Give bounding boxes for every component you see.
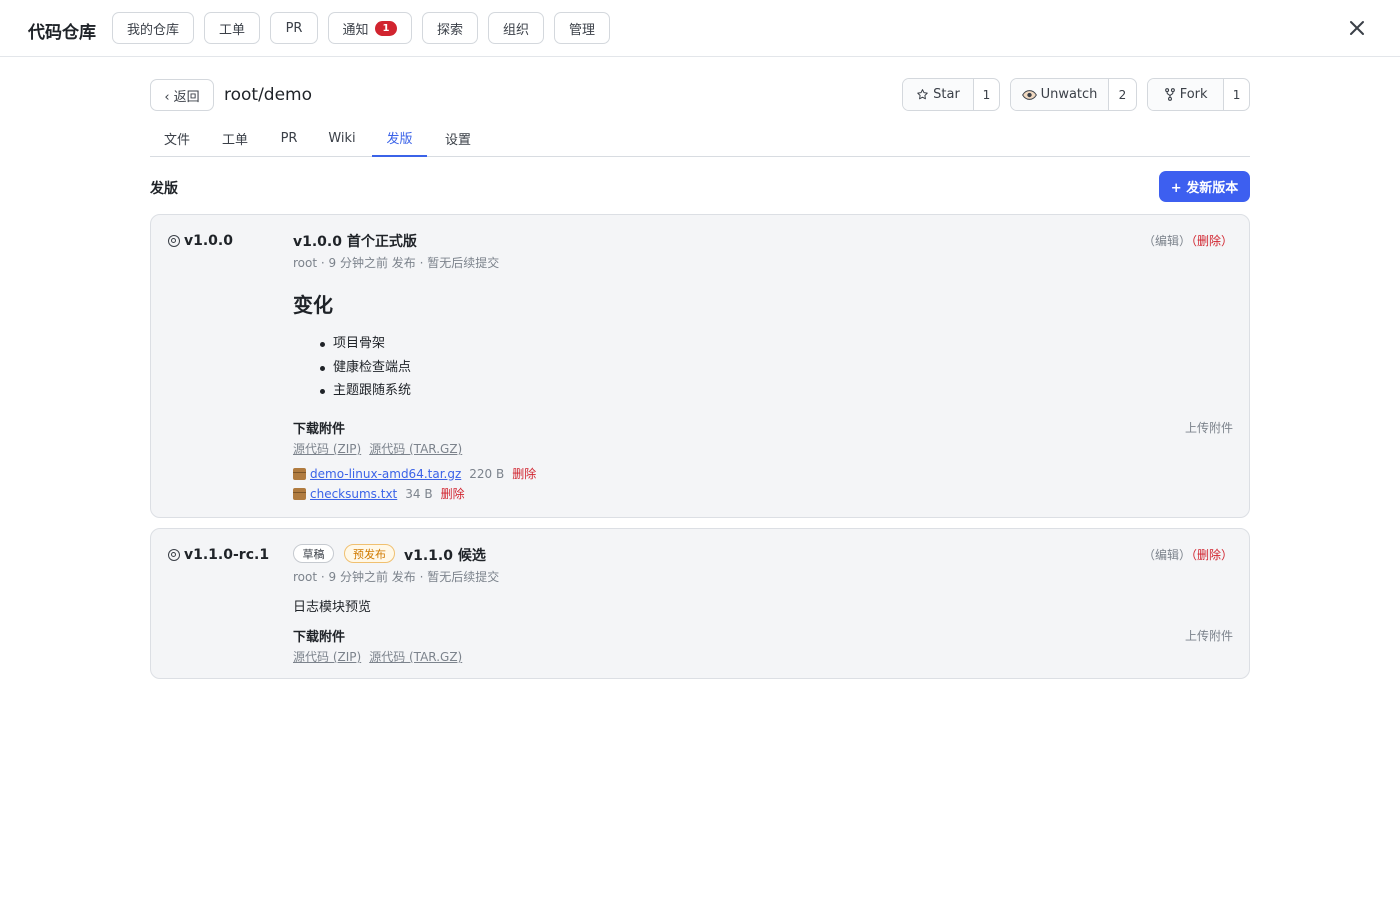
tab-releases[interactable]: 发版 [372, 120, 427, 157]
tab-files[interactable]: 文件 [150, 120, 204, 157]
release-notes-body: 日志模块预览 [293, 600, 372, 615]
fork-label: Fork [1179, 87, 1208, 102]
watch-label: Unwatch [1040, 87, 1098, 102]
package-icon [293, 487, 306, 500]
brand-title[interactable]: 代码仓库 [28, 18, 96, 43]
unwatch-button[interactable]: Unwatch [1011, 79, 1109, 110]
fork-icon [1164, 88, 1175, 101]
section-title: 发版 [150, 181, 178, 197]
list-item: 健康检查端点 [293, 358, 411, 382]
star-label: Star [933, 87, 960, 102]
source-links: 源代码 (ZIP) 源代码 (TAR.GZ) [293, 440, 462, 457]
nav-issues[interactable]: 工单 [204, 12, 260, 44]
repo-tabs: 文件 工单 PR Wiki 发版 设置 [150, 120, 1250, 157]
nav-label: 管理 [568, 22, 595, 38]
nav-orgs[interactable]: 组织 [488, 12, 544, 44]
release-title[interactable]: v1.0.0 首个正式版 [293, 231, 417, 251]
asset-size: 220 B [469, 466, 505, 481]
nav-label: PR [285, 20, 303, 36]
star-count[interactable]: 1 [974, 79, 999, 110]
nav-my-repos[interactable]: 我的仓库 [112, 12, 194, 44]
nav-explore[interactable]: 探索 [422, 12, 478, 44]
asset-delete-link[interactable]: 删除 [512, 465, 536, 482]
back-button[interactable]: ‹ 返回 [150, 79, 214, 111]
source-zip-link[interactable]: 源代码 (ZIP) [293, 440, 361, 457]
star-icon [917, 89, 928, 100]
delete-link[interactable]: （删除） [1191, 234, 1233, 248]
tag-icon [168, 235, 180, 247]
asset-link[interactable]: demo-linux-amd64.tar.gz [310, 467, 461, 481]
source-targz-link[interactable]: 源代码 (TAR.GZ) [369, 440, 462, 457]
downloads-title: 下载附件 [293, 422, 346, 437]
upload-attachment-link[interactable]: 上传附件 [1185, 419, 1233, 436]
downloads-title: 下载附件 [293, 630, 346, 645]
list-item: 项目骨架 [293, 334, 411, 358]
repo-name: root/demo [224, 85, 313, 105]
nav-label: 我的仓库 [126, 22, 179, 38]
release-title[interactable]: v1.1.0 候选 [404, 545, 486, 565]
watch-count[interactable]: 2 [1109, 79, 1136, 110]
tab-pr[interactable]: PR [266, 120, 312, 157]
fork-button-group: Fork 1 [1147, 78, 1250, 111]
asset-row: checksums.txt 34 B 删除 [293, 485, 465, 502]
fork-button[interactable]: Fork [1148, 79, 1225, 110]
tag-label: v1.1.0-rc.1 [184, 547, 270, 563]
release-tag[interactable]: v1.1.0-rc.1 [168, 547, 269, 563]
delete-link[interactable]: （删除） [1191, 548, 1233, 562]
new-release-button[interactable]: + 发新版本 [1159, 171, 1250, 202]
release-card: v1.1.0-rc.1 草稿 预发布 v1.1.0 候选 root · 9 分钟… [150, 528, 1250, 679]
nav-label: 通知 [342, 22, 369, 38]
top-nav-bar: 代码仓库 我的仓库 工单 PR 通知 1 探索 组织 管理 [0, 0, 1400, 57]
star-button[interactable]: Star [903, 79, 974, 110]
edit-link[interactable]: （编辑） [1143, 234, 1191, 248]
nav-pr[interactable]: PR [270, 12, 318, 44]
release-actions: （编辑）（删除） [1143, 232, 1233, 249]
tag-label: v1.0.0 [184, 233, 233, 249]
source-zip-link[interactable]: 源代码 (ZIP) [293, 648, 361, 665]
release-notes-heading: 变化 [293, 293, 333, 317]
prerelease-badge: 预发布 [344, 544, 395, 563]
source-links: 源代码 (ZIP) 源代码 (TAR.GZ) [293, 648, 462, 665]
fork-count[interactable]: 1 [1224, 79, 1249, 110]
asset-row: demo-linux-amd64.tar.gz 220 B 删除 [293, 465, 536, 482]
nav-admin[interactable]: 管理 [554, 12, 610, 44]
asset-size: 34 B [405, 486, 433, 501]
watch-button-group: Unwatch 2 [1010, 78, 1137, 111]
nav-label: 工单 [218, 22, 245, 38]
nav-notifications[interactable]: 通知 1 [328, 12, 412, 44]
draft-badge: 草稿 [293, 544, 334, 563]
nav-label: 探索 [436, 22, 463, 38]
release-card: v1.0.0 v1.0.0 首个正式版 root · 9 分钟之前 发布 · 暂… [150, 214, 1250, 518]
tab-issues[interactable]: 工单 [208, 120, 262, 157]
notification-count-badge: 1 [374, 20, 398, 36]
list-item: 主题跟随系统 [293, 381, 411, 405]
close-icon[interactable] [1344, 15, 1370, 41]
asset-link[interactable]: checksums.txt [310, 487, 397, 501]
nav-label: 组织 [502, 22, 529, 38]
release-meta: root · 9 分钟之前 发布 · 暂无后续提交 [293, 570, 500, 584]
release-tag[interactable]: v1.0.0 [168, 233, 233, 249]
release-meta: root · 9 分钟之前 发布 · 暂无后续提交 [293, 256, 500, 270]
package-icon [293, 467, 306, 480]
tag-icon [168, 549, 180, 561]
asset-delete-link[interactable]: 删除 [441, 485, 465, 502]
source-targz-link[interactable]: 源代码 (TAR.GZ) [369, 648, 462, 665]
release-actions: （编辑）（删除） [1143, 546, 1233, 563]
star-button-group: Star 1 [902, 78, 1000, 111]
tab-wiki[interactable]: Wiki [316, 120, 368, 157]
release-notes-list: 项目骨架 健康检查端点 主题跟随系统 [293, 334, 411, 405]
tab-settings[interactable]: 设置 [431, 120, 485, 157]
eye-icon [1021, 89, 1037, 100]
upload-attachment-link[interactable]: 上传附件 [1185, 627, 1233, 644]
edit-link[interactable]: （编辑） [1143, 548, 1191, 562]
